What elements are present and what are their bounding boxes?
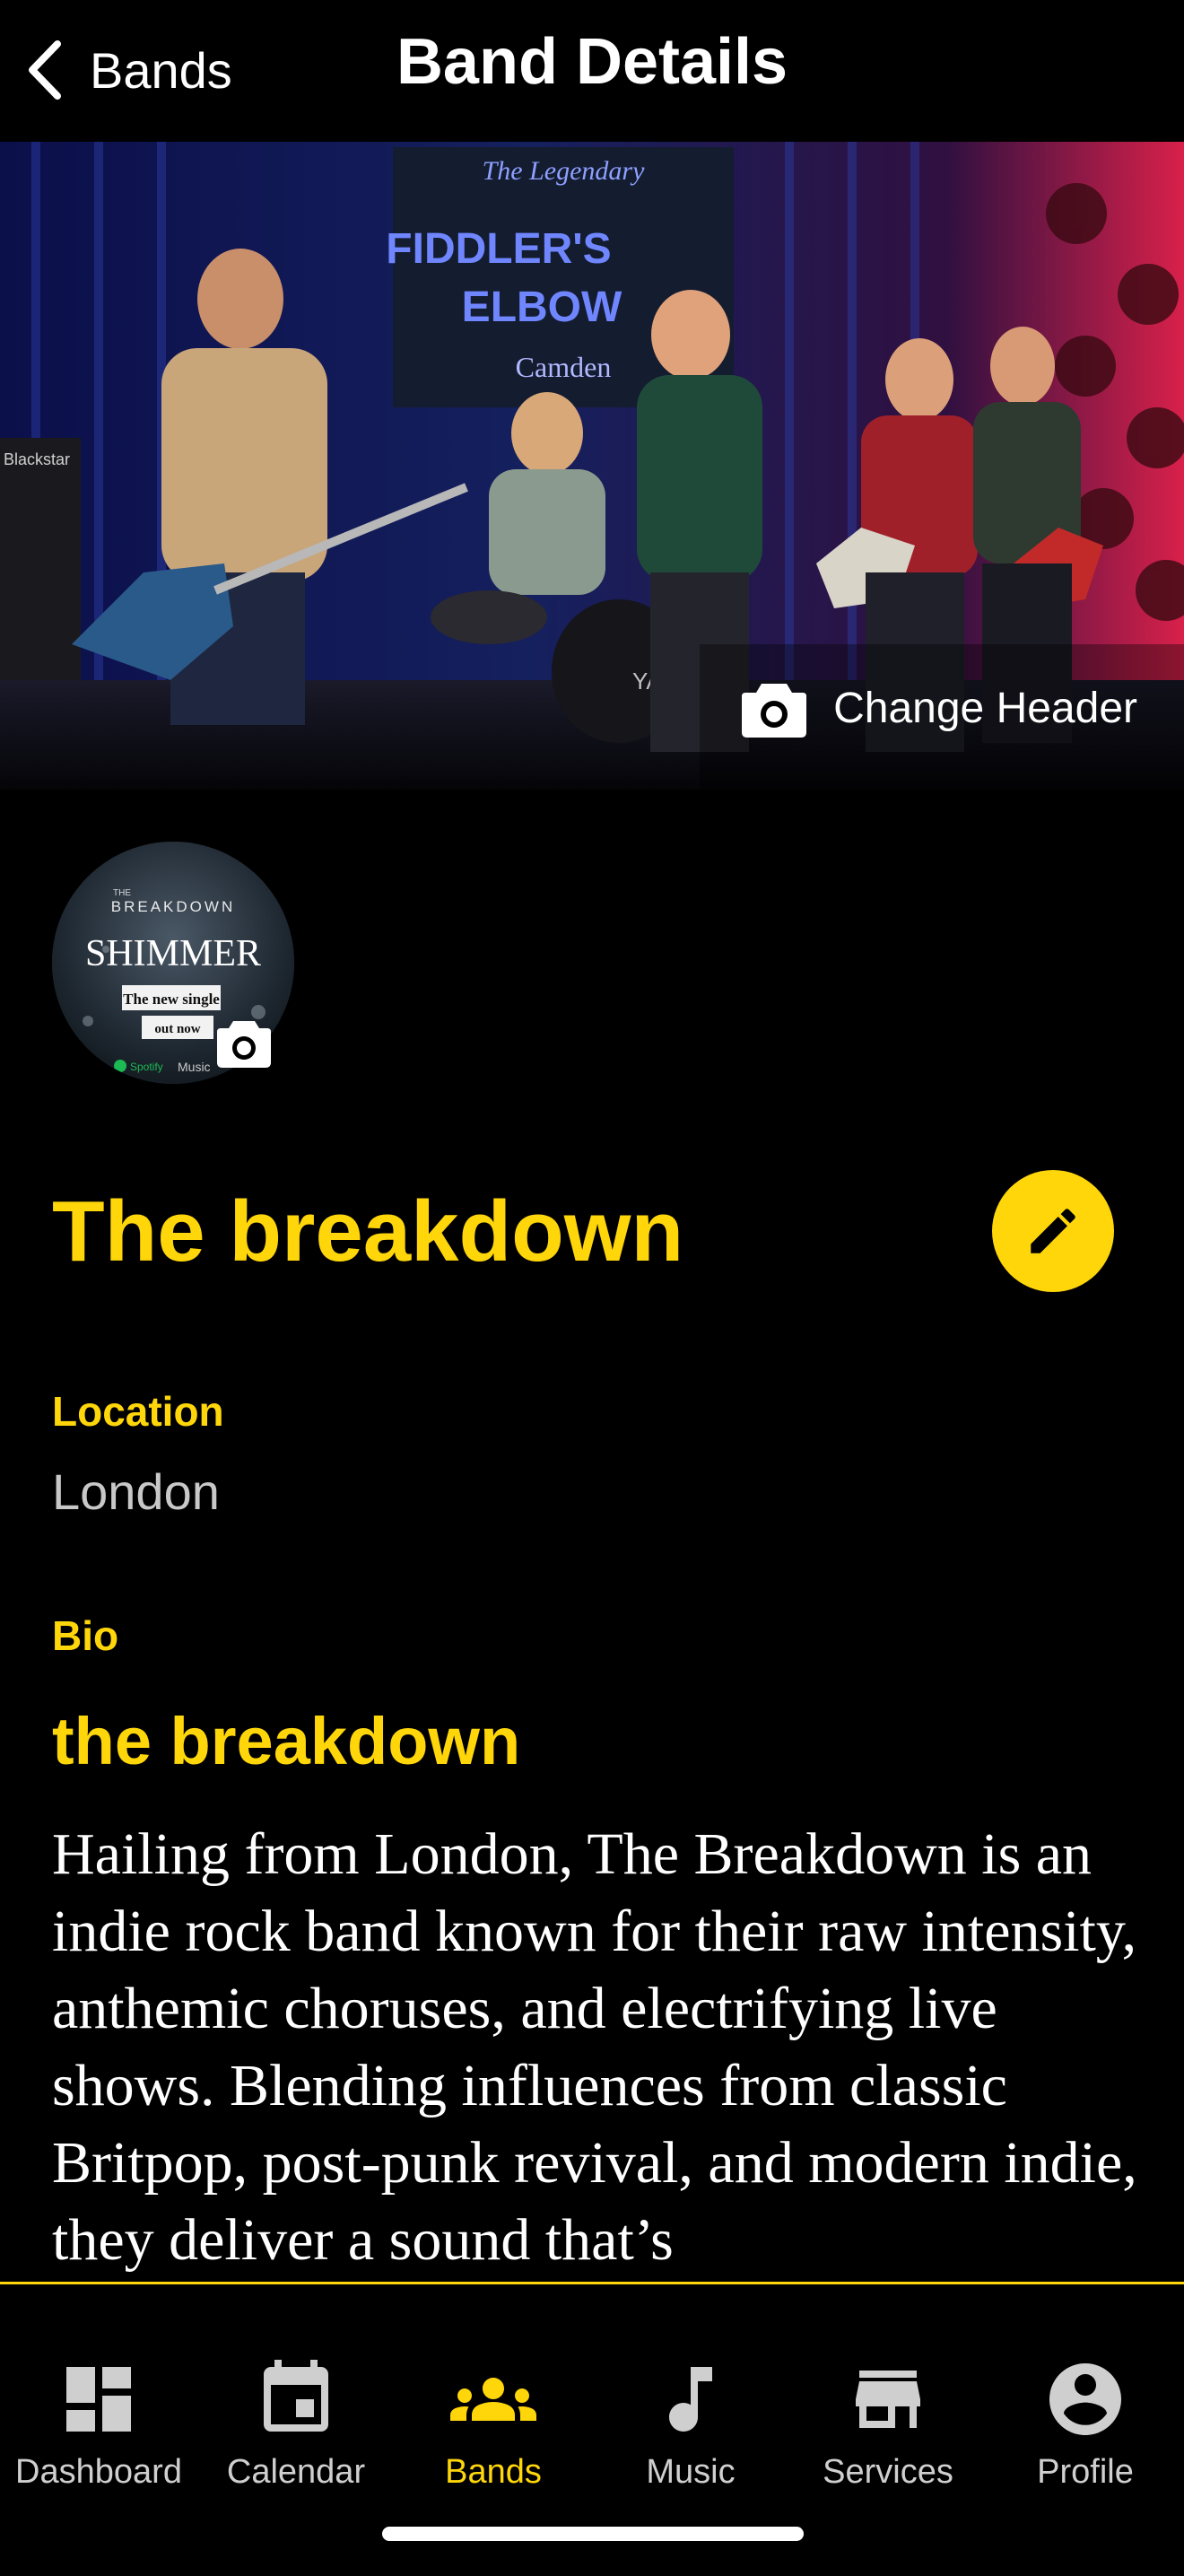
banner-main-text-2: ELBOW xyxy=(462,284,622,331)
navigation-bar: Bands Band Details xyxy=(0,0,1184,142)
banner-sub-text: Camden xyxy=(516,351,612,383)
tab-label: Dashboard xyxy=(15,2453,182,2491)
change-header-button[interactable]: Change Header xyxy=(742,678,1137,738)
tab-services[interactable]: Services xyxy=(789,2356,987,2492)
header-photo: The Legendary FIDDLER'S ELBOW Camden Bla… xyxy=(0,142,1184,790)
tab-label: Profile xyxy=(1037,2453,1134,2491)
location-label: Location xyxy=(52,1388,224,1435)
band-name: The breakdown xyxy=(52,1183,684,1279)
bands-icon xyxy=(450,2378,536,2421)
amp-brand-text: Blackstar xyxy=(4,450,70,468)
avatar-title-text: SHIMMER xyxy=(85,933,261,974)
page-title: Band Details xyxy=(396,26,788,98)
bio-heading: the breakdown xyxy=(52,1704,521,1778)
profile-icon xyxy=(1049,2363,1121,2435)
tab-music[interactable]: Music xyxy=(592,2356,789,2492)
calendar-icon xyxy=(264,2360,328,2432)
avatar-small-text: THE xyxy=(113,888,131,898)
tab-label: Services xyxy=(823,2453,953,2491)
music-icon xyxy=(669,2367,712,2432)
dashboard-icon xyxy=(66,2367,131,2432)
change-header-label: Change Header xyxy=(833,684,1137,732)
tab-label: Calendar xyxy=(226,2453,366,2491)
avatar-brand-text: BREAKDOWN xyxy=(111,898,235,915)
banner-top-text: The Legendary xyxy=(483,156,645,186)
tab-calendar[interactable]: Calendar xyxy=(197,2356,395,2492)
tab-bands[interactable]: Bands xyxy=(395,2356,592,2492)
tab-profile[interactable]: Profile xyxy=(987,2356,1184,2492)
avatar-camera-icon[interactable] xyxy=(217,1017,271,1068)
edit-band-button[interactable] xyxy=(992,1170,1114,1292)
tab-dashboard[interactable]: Dashboard xyxy=(0,2356,197,2492)
home-indicator xyxy=(382,2527,804,2541)
avatar-service2-text: Music xyxy=(178,1060,211,1074)
banner-main-text-1: FIDDLER'S xyxy=(386,225,611,273)
pencil-icon xyxy=(1031,1209,1075,1253)
location-value: London xyxy=(52,1463,220,1520)
tab-label: Music xyxy=(646,2453,736,2491)
bio-label: Bio xyxy=(52,1612,119,1659)
avatar-line1-text: The new single xyxy=(123,991,220,1008)
avatar-service1-text: Spotify xyxy=(130,1061,163,1073)
avatar-line2-text: out now xyxy=(154,1022,200,1036)
tab-label: Bands xyxy=(445,2453,542,2491)
bio-text: Hailing from London, The Breakdown is an… xyxy=(52,1821,1137,2273)
camera-icon xyxy=(742,684,807,738)
services-icon xyxy=(856,2371,920,2428)
